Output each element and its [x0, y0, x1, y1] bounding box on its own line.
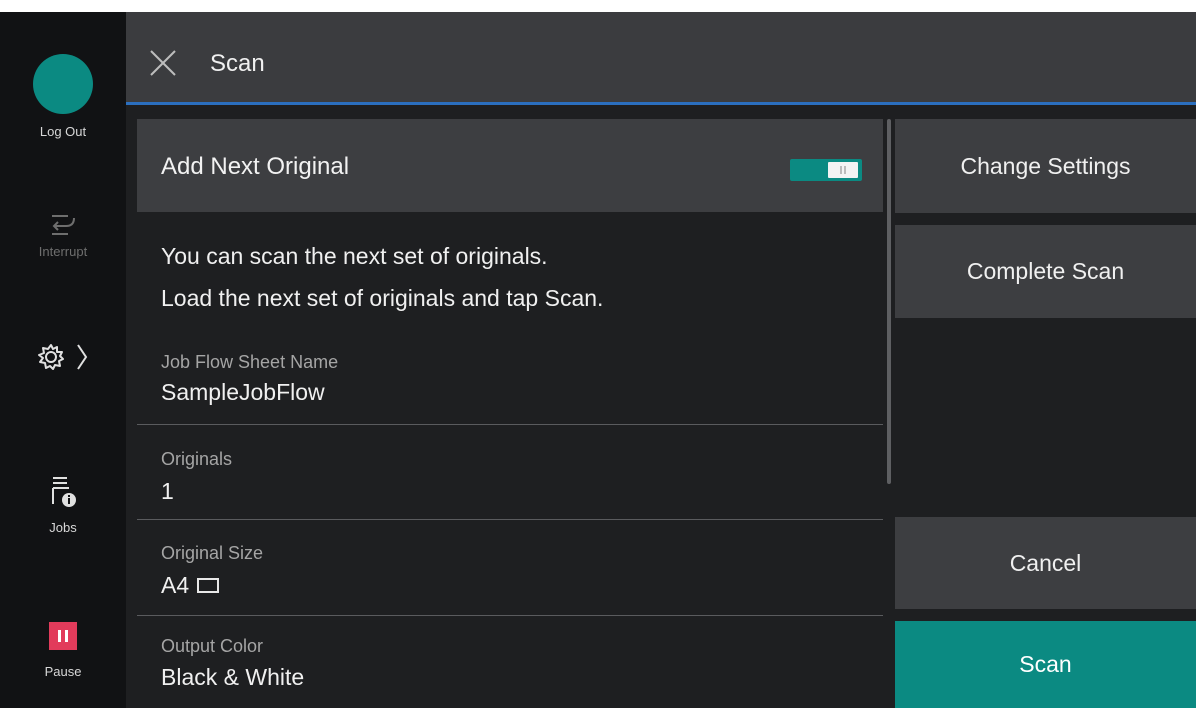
instruction-message: You can scan the next set of originals. …: [161, 235, 603, 319]
screen: Log Out Interrupt Jobs Pause Scan Add Ne…: [0, 12, 1196, 708]
field-value: A4: [161, 572, 220, 599]
add-next-original-label: Add Next Original: [161, 153, 350, 180]
jobs-label: Jobs: [49, 520, 77, 535]
page-title: Scan: [210, 50, 265, 77]
jobs-icon: [52, 477, 76, 507]
landscape-paper-icon: [197, 578, 220, 593]
field-value: 1: [161, 478, 174, 504]
field-value: SampleJobFlow: [161, 379, 325, 405]
change-settings-button[interactable]: Change Settings: [895, 119, 1196, 213]
interrupt-label: Interrupt: [38, 244, 88, 259]
cancel-button[interactable]: Cancel: [895, 517, 1196, 609]
jobs-button[interactable]: Jobs: [0, 474, 126, 535]
instruction-line-2: Load the next set of originals and tap S…: [161, 285, 604, 311]
avatar: [33, 54, 93, 114]
close-icon[interactable]: [148, 48, 178, 78]
chevron-right-icon: [77, 344, 88, 370]
pause-icon: [49, 622, 77, 650]
interrupt-icon: [52, 215, 75, 235]
field-label: Job Flow Sheet Name: [161, 352, 339, 372]
left-rail: Log Out Interrupt Jobs Pause: [0, 12, 126, 708]
complete-scan-button[interactable]: Complete Scan: [895, 225, 1196, 318]
gear-icon: [38, 344, 64, 370]
field-original-size: Original Size A4: [137, 520, 883, 616]
header: Scan: [126, 12, 1196, 105]
pause-label: Pause: [44, 664, 82, 679]
field-job-flow-sheet-name: Job Flow Sheet Name SampleJobFlow: [137, 332, 883, 425]
field-output-color: Output Color Black & White: [137, 616, 883, 708]
logout-button[interactable]: Log Out: [0, 54, 126, 139]
add-next-original-toggle[interactable]: [790, 159, 862, 181]
field-value: Black & White: [161, 664, 305, 690]
instruction-line-1: You can scan the next set of originals.: [161, 243, 548, 269]
device-settings-button[interactable]: [0, 342, 126, 372]
field-label: Original Size: [161, 543, 264, 563]
original-size-value: A4: [161, 572, 190, 598]
field-label: Output Color: [161, 636, 264, 656]
field-originals: Originals 1: [137, 425, 883, 520]
logout-label: Log Out: [39, 124, 87, 139]
add-next-original-row[interactable]: Add Next Original: [137, 119, 883, 212]
interrupt-button[interactable]: Interrupt: [0, 212, 126, 259]
toggle-knob: [828, 162, 858, 178]
scrollbar[interactable]: [887, 119, 891, 484]
main-panel: Add Next Original You can scan the next …: [137, 119, 883, 708]
pause-button[interactable]: Pause: [0, 622, 126, 679]
field-label: Originals: [161, 449, 233, 469]
scan-button[interactable]: Scan: [895, 621, 1196, 708]
